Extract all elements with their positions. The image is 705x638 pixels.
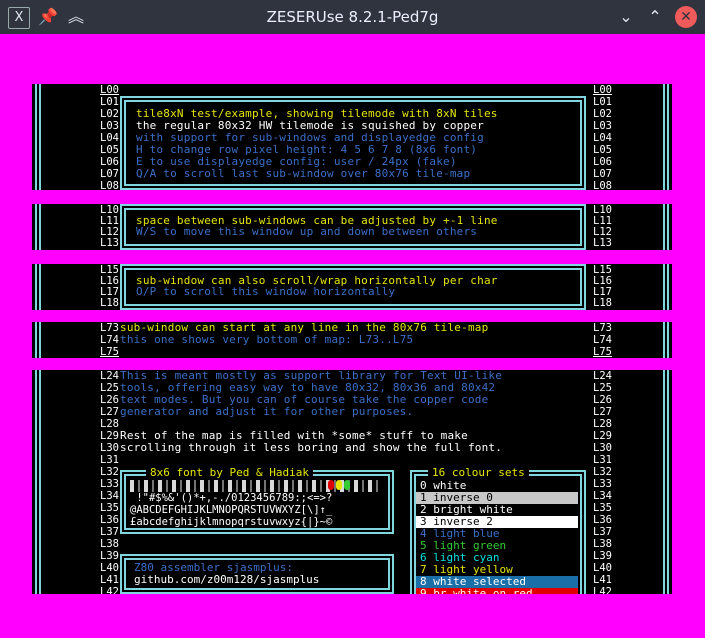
- chevron-up-icon[interactable]: ⌃: [645, 7, 665, 27]
- line-label: L03: [593, 120, 612, 132]
- line-label: L74: [593, 334, 612, 346]
- colour-dots: [328, 480, 350, 490]
- line-label: L07: [100, 168, 119, 180]
- line-label: L25: [593, 382, 612, 394]
- line-label: L27: [100, 406, 119, 418]
- font-row: @ABCDEFGHIJKLMNOPQRSTUVWXYZ[\]↑_: [130, 504, 333, 516]
- info-line: scrolling through it less boring and sho…: [120, 441, 503, 454]
- line-label: L35: [100, 502, 119, 514]
- info-line: generator and adjust it for other purpos…: [120, 405, 414, 418]
- line-label: L32: [593, 466, 612, 478]
- line-label: L28: [100, 418, 119, 430]
- line-label: L06: [100, 156, 119, 168]
- line-label: L25: [100, 382, 119, 394]
- line-label: L01: [100, 96, 119, 108]
- line-label: L26: [593, 394, 612, 406]
- line-label: L28: [593, 418, 612, 430]
- window-titlebar: X 📌 ︽ ZESERUse 8.2.1-Ped7g ⌄ ⌃ ✕: [0, 0, 705, 34]
- sub-window-2: L10 L10 L11 L11 space between sub-windows c…: [32, 204, 672, 250]
- line-label: L42: [100, 586, 119, 594]
- colour-set-row: 9 br.white on red: [416, 588, 578, 594]
- line-label: L01: [593, 96, 612, 108]
- line-label: L02: [100, 108, 119, 120]
- font-panel-title: 8x6 font by Ped & Hadiak: [146, 467, 313, 479]
- line-label: L31: [593, 454, 612, 466]
- colour-sets-panel: 16 colour sets 0 white 1 inverse 02 brigh…: [414, 467, 582, 594]
- line-label: L34: [100, 490, 119, 502]
- yellow-dot: [336, 480, 342, 490]
- line-label: L38: [593, 538, 612, 550]
- line-label: L08: [100, 180, 119, 190]
- line-label: L03: [100, 120, 119, 132]
- line-label: L31: [100, 454, 119, 466]
- line-label: L13: [100, 237, 119, 249]
- line-label: L00: [593, 84, 612, 96]
- line-label: L29: [100, 430, 119, 442]
- assembler-panel: Z80 assembler sjasmplus: github.com/z00m…: [124, 558, 390, 590]
- line-label: L36: [593, 514, 612, 526]
- line-label: L18: [100, 297, 119, 309]
- line-label: L30: [593, 442, 612, 454]
- line-label: L06: [593, 156, 612, 168]
- line-label: L75: [593, 346, 612, 358]
- sub-window-5: L24 L24 This is meant mostly as support li…: [32, 370, 672, 594]
- line-label: L24: [593, 370, 612, 382]
- colour-sets-title: 16 colour sets: [428, 467, 529, 479]
- line-label: L26: [100, 394, 119, 406]
- font-row: £abcdefghijklmnopqrstuvwxyz{|}~©: [130, 516, 333, 528]
- line-label: L33: [100, 478, 119, 490]
- line-label: L05: [100, 144, 119, 156]
- line-label: L39: [593, 550, 612, 562]
- line-label: L05: [593, 144, 612, 156]
- line-label: L24: [100, 370, 119, 382]
- line-label: L32: [100, 466, 119, 478]
- line-label: L73: [593, 322, 612, 334]
- window-title: ZESERUse 8.2.1-Ped7g: [266, 8, 439, 26]
- sub-window-1: L00 L00 L01 L01 L02 L02 tile8xN test/example…: [32, 84, 672, 190]
- line-label: L36: [100, 514, 119, 526]
- line-label: L37: [100, 526, 119, 538]
- line-label: L04: [100, 132, 119, 144]
- line-label: L27: [593, 406, 612, 418]
- red-dot: [328, 480, 334, 490]
- line-label: L40: [593, 562, 612, 574]
- assembler-url: github.com/z00m128/sjasmplus: [134, 573, 320, 586]
- line-label: L35: [593, 502, 612, 514]
- line-label: L74: [100, 334, 119, 346]
- line-label: L75: [100, 346, 119, 358]
- line-label: L37: [593, 526, 612, 538]
- font-panel: 8x6 font by Ped & Hadiak !"#$%&'()*+,-./…: [124, 467, 390, 530]
- line-label: L29: [593, 430, 612, 442]
- line-label: L30: [100, 442, 119, 454]
- sub-window-3: L15 L15 L16 L16 sub-window can also scroll/…: [32, 264, 672, 310]
- line-label: L41: [593, 574, 612, 586]
- key-hint-qa: Q/A to scroll last sub-window over 80x76…: [136, 167, 471, 180]
- line-label: L13: [593, 237, 612, 249]
- line-label: L00: [100, 84, 119, 96]
- close-x-icon[interactable]: ✕: [675, 6, 697, 28]
- line-label: L18: [593, 297, 612, 309]
- line-label: L34: [593, 490, 612, 502]
- green-dot: [344, 480, 350, 490]
- line-label: L41: [100, 574, 119, 586]
- line-label: L38: [100, 538, 119, 550]
- line-label: L02: [593, 108, 612, 120]
- line-label: L08: [593, 180, 612, 190]
- line-label: L73: [100, 322, 119, 334]
- info-line: this one shows very bottom of map: L73..…: [120, 333, 414, 346]
- sub-window-4: L73 L73 sub-window can start at any line i…: [32, 322, 672, 358]
- line-label: L42: [593, 586, 612, 594]
- line-label: L04: [593, 132, 612, 144]
- line-label: L07: [593, 168, 612, 180]
- font-row: !"#$%&'()*+,-./0123456789:;<=>?: [130, 492, 333, 504]
- line-label: L39: [100, 550, 119, 562]
- line-label: L33: [593, 478, 612, 490]
- chevron-down-icon[interactable]: ⌄: [616, 7, 636, 27]
- line-label: L40: [100, 562, 119, 574]
